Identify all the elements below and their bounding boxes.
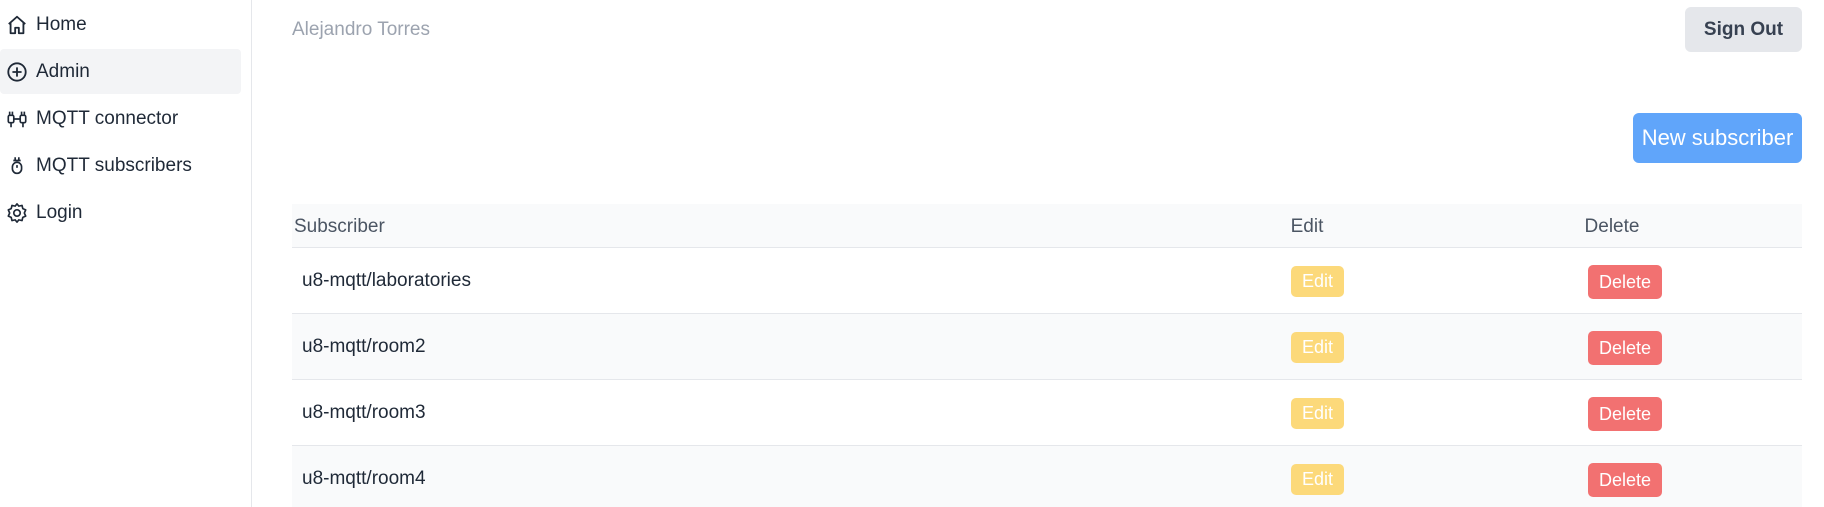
gear-icon [6,202,28,224]
edit-button[interactable]: Edit [1291,332,1344,363]
plug-icon [6,155,28,177]
sidebar-item-login[interactable]: Login [0,190,241,235]
column-header-edit: Edit [1290,216,1324,237]
sidebar-item-mqtt-subscribers[interactable]: MQTT subscribers [0,143,241,188]
subscriber-name: u8-mqtt/room3 [302,402,426,423]
sidebar-item-mqtt-connector[interactable]: MQTT connector [0,96,241,141]
sidebar-item-label: Home [36,13,87,35]
new-subscriber-button[interactable]: New subscriber [1633,113,1802,163]
subscriber-name: u8-mqtt/room2 [302,336,426,357]
table-row: u8-mqtt/laboratories Edit Delete [292,248,1802,314]
delete-button[interactable]: Delete [1588,463,1662,497]
user-name: Alejandro Torres [292,19,431,40]
table-header: Subscriber Edit Delete [292,204,1802,248]
table-row: u8-mqtt/room4 Edit Delete [292,446,1802,507]
table-row: u8-mqtt/room2 Edit Delete [292,314,1802,380]
subscribers-table: Subscriber Edit Delete u8-mqtt/laborator… [292,204,1802,507]
sidebar-item-label: Login [36,201,83,223]
sidebar-item-label: MQTT connector [36,107,179,129]
subscriber-name: u8-mqtt/room4 [302,468,426,489]
sidebar-item-label: MQTT subscribers [36,154,192,176]
sidebar-item-admin[interactable]: Admin [0,49,241,94]
sidebar-item-home[interactable]: Home [0,2,241,47]
delete-button[interactable]: Delete [1588,331,1662,365]
sidebar: Home Admin MQTT connector MQTT subscribe… [0,0,252,507]
column-header-delete: Delete [1584,216,1640,237]
delete-button[interactable]: Delete [1588,265,1662,299]
edit-button[interactable]: Edit [1291,398,1344,429]
connector-icon [6,108,28,130]
subscriber-name: u8-mqtt/laboratories [302,270,471,291]
plus-circle-icon [6,61,28,83]
delete-button[interactable]: Delete [1588,397,1662,431]
home-icon [6,14,28,36]
app: Home Admin MQTT connector MQTT subscribe… [0,0,1824,507]
sign-out-button[interactable]: Sign Out [1685,7,1802,52]
table-row: u8-mqtt/room3 Edit Delete [292,380,1802,446]
sidebar-item-label: Admin [36,60,90,82]
edit-button[interactable]: Edit [1291,266,1344,297]
edit-button[interactable]: Edit [1291,464,1344,495]
column-header-subscriber: Subscriber [294,216,385,237]
